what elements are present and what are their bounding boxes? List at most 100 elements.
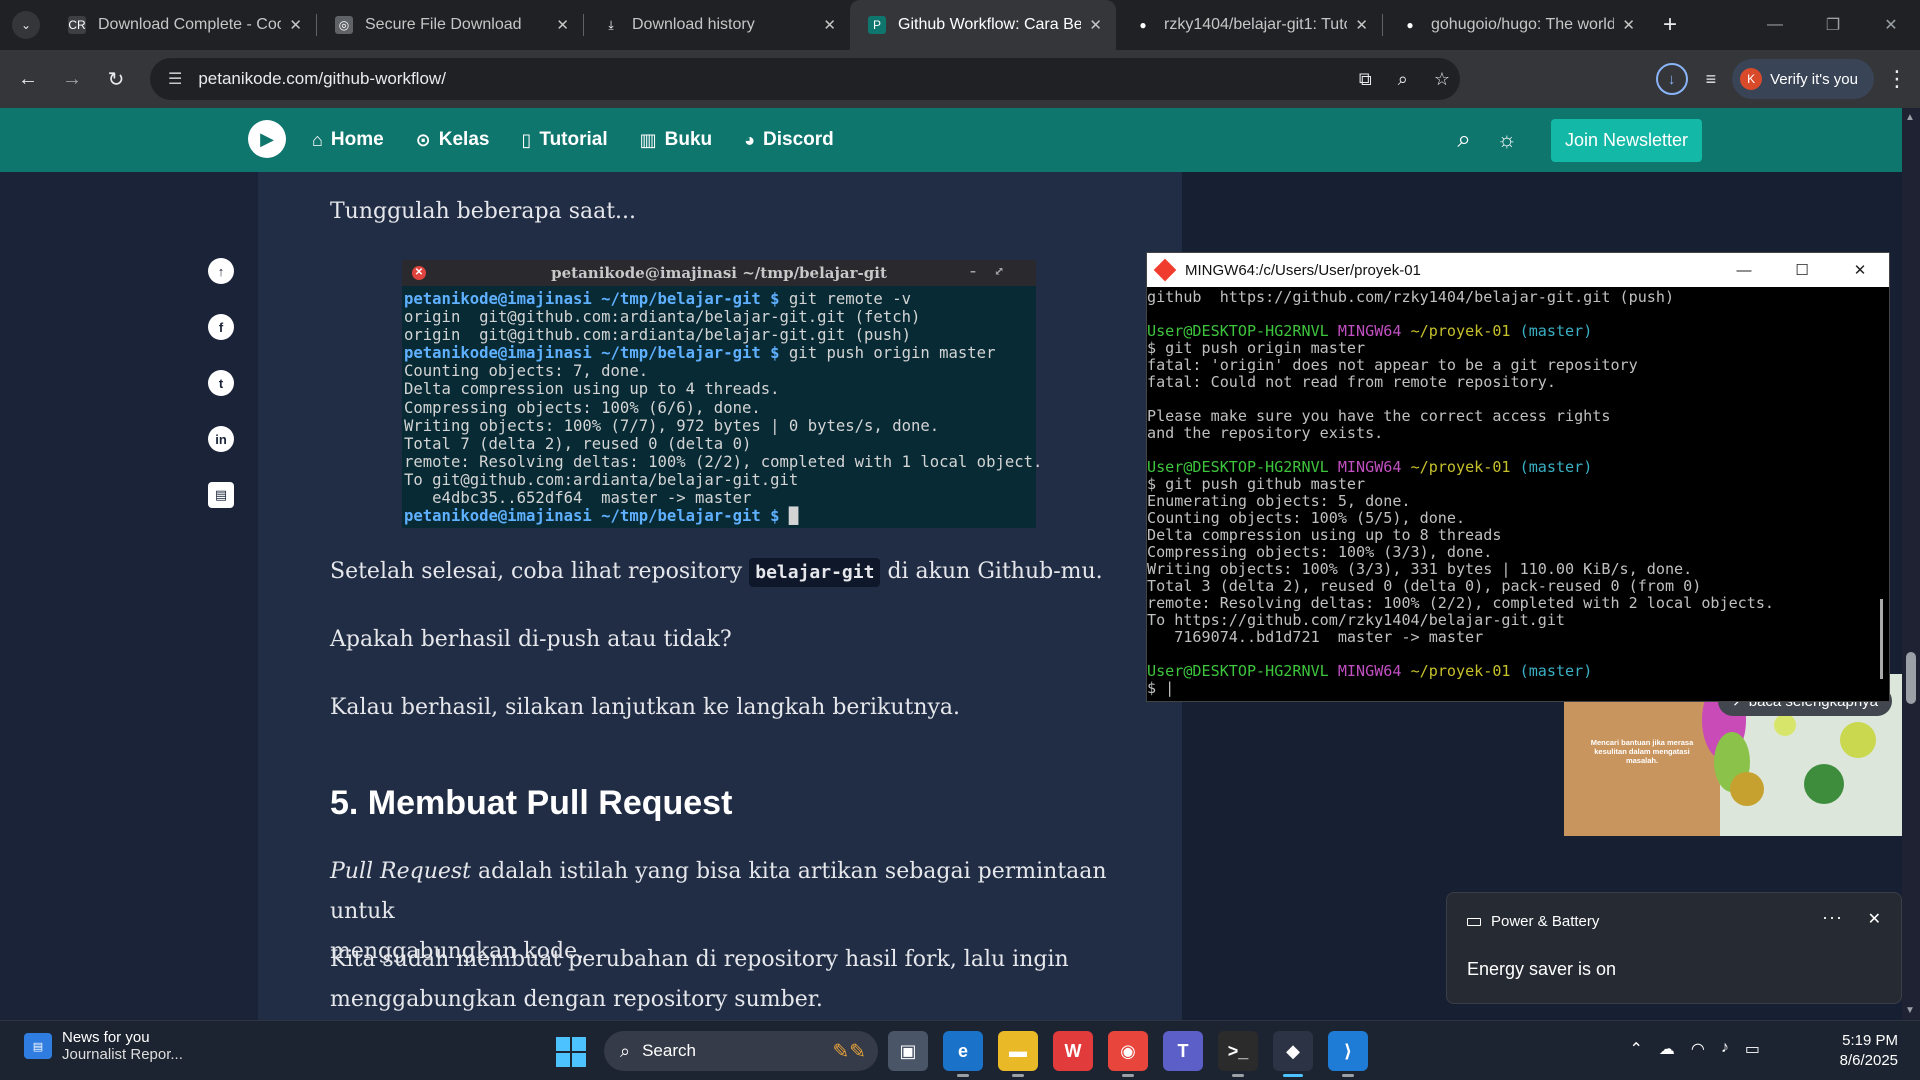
back-button[interactable]: ← <box>6 68 50 91</box>
tab-close-icon[interactable]: ✕ <box>1622 16 1635 34</box>
page-scrollbar[interactable]: ▲ ▼ <box>1902 108 1920 1020</box>
wifi-icon[interactable]: ◠ <box>1691 1039 1705 1059</box>
scroll-down-icon[interactable]: ▼ <box>1905 1005 1915 1016</box>
browser-toolbar: ← → ↻ ☰ petanikode.com/github-workflow/ … <box>0 50 1920 108</box>
nav-item-kelas[interactable]: ⊙ Kelas <box>416 129 490 151</box>
edge-taskbar-icon[interactable]: e <box>943 1031 983 1077</box>
join-newsletter-button[interactable]: Join Newsletter <box>1550 118 1702 162</box>
tab-label: Download history <box>632 16 755 33</box>
tab-search-dropdown-icon[interactable]: ⌄ <box>12 11 40 39</box>
chrome-taskbar-icon[interactable]: ◉ <box>1108 1031 1148 1077</box>
search-icon[interactable]: ⌕ <box>1457 126 1470 154</box>
comments-icon[interactable]: ▤ <box>208 482 234 508</box>
linkedin-icon[interactable]: in <box>208 426 234 452</box>
close-icon[interactable]: ✕ <box>1868 909 1881 929</box>
nav-item-buku[interactable]: ▥ Buku <box>640 129 713 151</box>
battery-icon[interactable]: ▭ <box>1745 1039 1760 1059</box>
close-window-button[interactable]: ✕ <box>1862 0 1920 50</box>
terminal-line: petanikode@imajinasi ~/tmp/belajar-git $… <box>404 344 1034 362</box>
output-text: Compressing objects: 100% (3/3), done. <box>1147 543 1493 561</box>
prompt-part: (master) <box>1519 662 1593 680</box>
nav-item-label: Kelas <box>438 129 490 150</box>
tab-close-icon[interactable]: ✕ <box>1355 16 1368 34</box>
address-bar[interactable]: ☰ petanikode.com/github-workflow/ ⧉ ⌕ ☆ <box>150 58 1460 100</box>
file-explorer-taskbar-icon[interactable]: ▬ <box>998 1031 1038 1077</box>
browser-tab[interactable]: CR Download Complete - Coo ✕ <box>50 0 316 50</box>
terminal-line: e4dbc35..652df64 master -> master <box>404 489 1034 507</box>
twitter-icon[interactable]: t <box>208 370 234 396</box>
zoom-icon[interactable]: ⌕ <box>1398 69 1408 90</box>
browser-tab[interactable]: ⤓ Download history ✕ <box>584 0 850 50</box>
task-view-taskbar-icon[interactable]: ▣ <box>888 1031 928 1071</box>
volume-icon[interactable]: ♪ <box>1721 1039 1729 1059</box>
onedrive-icon[interactable]: ☁ <box>1659 1039 1675 1059</box>
nav-item-home[interactable]: ⌂ Home <box>312 129 384 151</box>
scrollbar-thumb[interactable] <box>1906 652 1916 704</box>
browser-tab[interactable]: P Github Workflow: Cara Ber ✕ <box>850 0 1116 50</box>
git-bash-title: MINGW64:/c/Users/User/proyek-01 <box>1185 261 1421 279</box>
theme-toggle-icon[interactable]: ☼ <box>1497 127 1517 153</box>
terminal-text: e4dbc35..652df64 master -> master <box>404 489 752 508</box>
site-info-icon[interactable]: ☰ <box>168 69 182 89</box>
browser-tab[interactable]: ◎ Secure File Download ✕ <box>317 0 583 50</box>
git-bash-line: 7169074..bd1d721 master -> master <box>1147 629 1889 646</box>
chevron-up-icon[interactable]: ⌃ <box>1630 1039 1643 1059</box>
git-bash-line: User@DESKTOP-HG2RNVL MINGW64 ~/proyek-01… <box>1147 323 1889 340</box>
terminal-text: origin git@github.com:ardianta/belajar-g… <box>404 326 911 345</box>
tab-close-icon[interactable]: ✕ <box>823 16 836 34</box>
clock[interactable]: 5:19 PM 8/6/2025 <box>1840 1031 1898 1071</box>
url-text[interactable]: petanikode.com/github-workflow/ <box>198 69 446 89</box>
windows-taskbar: ▤ News for you Journalist Repor... ⌕ Sea… <box>0 1020 1920 1080</box>
git-bash-titlebar[interactable]: MINGW64:/c/Users/User/proyek-01 — ☐ ✕ <box>1147 253 1889 287</box>
browser-menu-icon[interactable]: ⋮ <box>1874 66 1920 92</box>
tab-label: gohugoio/hugo: The world <box>1431 16 1615 33</box>
terminal-scrollbar[interactable] <box>1880 599 1883 679</box>
notification-toast[interactable]: Power & Battery ··· ✕ Energy saver is on <box>1446 892 1902 1004</box>
bookmark-star-icon[interactable]: ☆ <box>1434 69 1450 90</box>
downloads-icon[interactable]: ↓ <box>1655 63 1688 95</box>
tab-close-icon[interactable]: ✕ <box>556 16 569 34</box>
minimize-button[interactable]: — <box>1746 0 1804 50</box>
profile-verify-button[interactable]: K Verify it's you <box>1732 59 1874 99</box>
forward-button[interactable]: → <box>50 68 94 91</box>
petanikode-logo[interactable]: ▶ <box>248 120 286 158</box>
news-widget[interactable]: ▤ News for you Journalist Repor... <box>24 1029 183 1063</box>
wps-office-taskbar-icon[interactable]: W <box>1053 1031 1093 1071</box>
git-bash-line: Total 3 (delta 2), reused 0 (delta 0), p… <box>1147 578 1889 595</box>
restore-button[interactable]: ❐ <box>1804 0 1862 50</box>
emphasis-term: Pull Request <box>330 859 472 884</box>
reading-list-icon[interactable]: ≡ <box>1706 69 1717 90</box>
close-button[interactable]: ✕ <box>1831 253 1889 287</box>
teams-taskbar-icon[interactable]: T <box>1163 1031 1203 1071</box>
start-button[interactable] <box>556 1037 586 1067</box>
browser-tab[interactable]: ● rzky1404/belajar-git1: Tuto ✕ <box>1116 0 1382 50</box>
reload-button[interactable]: ↻ <box>94 67 138 92</box>
tab-close-icon[interactable]: ✕ <box>289 16 302 34</box>
tab-close-icon[interactable]: ✕ <box>1089 16 1102 34</box>
new-tab-button[interactable]: + <box>1663 11 1677 39</box>
git-bash-output[interactable]: github https://github.com/rzky1404/belaj… <box>1147 287 1889 697</box>
output-text: Delta compression using up to 8 threads <box>1147 526 1502 544</box>
scroll-up-icon[interactable]: ▲ <box>1905 112 1915 123</box>
git-bash-taskbar-icon[interactable]: ◆ <box>1273 1031 1313 1077</box>
terminal-taskbar-icon[interactable]: >_ <box>1218 1031 1258 1077</box>
git-bash-line: fatal: Could not read from remote reposi… <box>1147 374 1889 391</box>
git-bash-window[interactable]: MINGW64:/c/Users/User/proyek-01 — ☐ ✕ gi… <box>1146 252 1890 702</box>
output-text: Total 3 (delta 2), reused 0 (delta 0), p… <box>1147 577 1702 595</box>
taskbar-search[interactable]: ⌕ Search ✎✎ <box>604 1031 878 1071</box>
minimize-button[interactable]: — <box>1715 253 1773 287</box>
install-app-icon[interactable]: ⧉ <box>1359 69 1372 90</box>
facebook-icon[interactable]: f <box>208 314 234 340</box>
terminal-screenshot: ✕ petanikode@imajinasi ~/tmp/belajar-git… <box>402 260 1042 528</box>
maximize-button[interactable]: ☐ <box>1773 253 1831 287</box>
nav-item-tutorial[interactable]: ▯ Tutorial <box>521 129 607 151</box>
output-text: Counting objects: 100% (5/5), done. <box>1147 509 1466 527</box>
more-options-icon[interactable]: ··· <box>1822 907 1843 928</box>
output-text: fatal: Could not read from remote reposi… <box>1147 373 1556 391</box>
nav-item-discord[interactable]: ◕ Discord <box>744 129 834 151</box>
tab-favicon-icon: P <box>868 16 886 34</box>
scroll-top-icon[interactable]: ↑ <box>208 258 234 284</box>
browser-tab[interactable]: ● gohugoio/hugo: The world ✕ <box>1383 0 1649 50</box>
notification-message: Energy saver is on <box>1467 959 1617 979</box>
vscode-taskbar-icon[interactable]: ⟩ <box>1328 1031 1368 1077</box>
